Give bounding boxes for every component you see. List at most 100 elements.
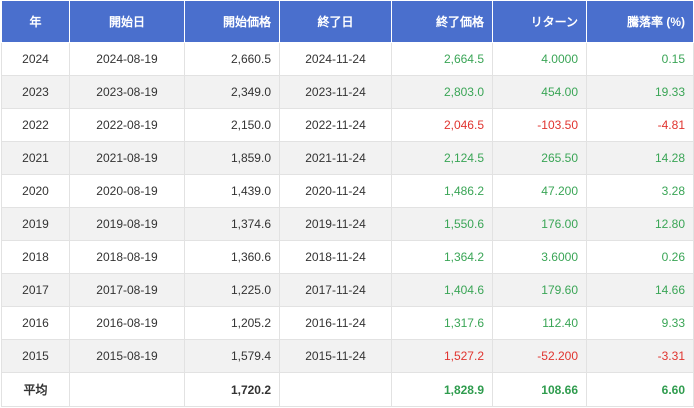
cell-end-price: 1,527.2 [391,339,493,373]
cell-return: -103.50 [492,108,587,142]
cell-end-date: 2015-11-24 [279,339,392,373]
cell-end-price: 2,124.5 [391,141,493,175]
cell-change-pct: 12.80 [586,207,694,241]
cell-return: 3.6000 [492,240,587,274]
table-row: 2023 2023-08-19 2,349.0 2023-11-24 2,803.0 45… [1,75,694,109]
cell-end-date: 2017-11-24 [279,273,392,307]
cell-return: 112.40 [492,306,587,340]
header-start-price[interactable]: 開始価格 [184,0,280,43]
header-return[interactable]: リターン [492,0,587,43]
average-change-pct: 6.60 [586,372,694,407]
cell-change-pct: 0.26 [586,240,694,274]
cell-end-price: 1,404.6 [391,273,493,307]
cell-year: 2020 [1,174,70,208]
cell-end-price: 2,664.5 [391,42,493,76]
average-return: 108.66 [492,372,587,407]
cell-start-date: 2019-08-19 [69,207,185,241]
cell-return: 454.00 [492,75,587,109]
cell-change-pct: 14.66 [586,273,694,307]
cell-start-price: 1,225.0 [184,273,280,307]
cell-end-date: 2020-11-24 [279,174,392,208]
cell-end-price: 1,550.6 [391,207,493,241]
cell-start-price: 1,205.2 [184,306,280,340]
cell-year: 2016 [1,306,70,340]
cell-start-date: 2018-08-19 [69,240,185,274]
cell-start-date: 2021-08-19 [69,141,185,175]
cell-start-date: 2022-08-19 [69,108,185,142]
table-row: 2024 2024-08-19 2,660.5 2024-11-24 2,664.5 4.… [1,42,694,76]
cell-return: 176.00 [492,207,587,241]
cell-change-pct: 19.33 [586,75,694,109]
average-end-price: 1,828.9 [391,372,493,407]
cell-year: 2019 [1,207,70,241]
cell-end-date: 2016-11-24 [279,306,392,340]
cell-start-price: 2,349.0 [184,75,280,109]
table-row: 2021 2021-08-19 1,859.0 2021-11-24 2,124.5 26… [1,141,694,175]
table-row: 2016 2016-08-19 1,205.2 2016-11-24 1,317.6 11… [1,306,694,340]
cell-start-price: 1,439.0 [184,174,280,208]
table-row: 2017 2017-08-19 1,225.0 2017-11-24 1,404.6 17… [1,273,694,307]
cell-change-pct: -4.81 [586,108,694,142]
table-footer: 平均 1,720.2 1,828.9 108.66 6.60 [1,372,694,407]
cell-year: 2022 [1,108,70,142]
cell-year: 2024 [1,42,70,76]
cell-end-date: 2021-11-24 [279,141,392,175]
cell-start-date: 2024-08-19 [69,42,185,76]
cell-year: 2018 [1,240,70,274]
cell-return: 179.60 [492,273,587,307]
cell-return: 4.0000 [492,42,587,76]
header-change-pct[interactable]: 騰落率 (%) [586,0,694,43]
cell-end-price: 2,803.0 [391,75,493,109]
cell-change-pct: 3.28 [586,174,694,208]
cell-end-price: 1,364.2 [391,240,493,274]
cell-end-price: 1,317.6 [391,306,493,340]
cell-start-date: 2023-08-19 [69,75,185,109]
cell-return: 47.200 [492,174,587,208]
cell-year: 2017 [1,273,70,307]
cell-end-date: 2018-11-24 [279,240,392,274]
cell-end-date: 2024-11-24 [279,42,392,76]
cell-start-price: 2,150.0 [184,108,280,142]
cell-start-price: 2,660.5 [184,42,280,76]
average-start-date [69,372,185,407]
table-row: 2019 2019-08-19 1,374.6 2019-11-24 1,550.6 17… [1,207,694,241]
cell-change-pct: 14.28 [586,141,694,175]
cell-start-price: 1,374.6 [184,207,280,241]
table-header: 年 開始日 開始価格 終了日 終了価格 リターン 騰落率 (%) [1,0,694,43]
cell-end-date: 2019-11-24 [279,207,392,241]
header-row: 年 開始日 開始価格 終了日 終了価格 リターン 騰落率 (%) [1,0,694,43]
cell-start-date: 2016-08-19 [69,306,185,340]
cell-start-price: 1,859.0 [184,141,280,175]
average-end-date [279,372,392,407]
cell-year: 2021 [1,141,70,175]
cell-change-pct: -3.31 [586,339,694,373]
cell-return: 265.50 [492,141,587,175]
average-row: 平均 1,720.2 1,828.9 108.66 6.60 [1,372,694,407]
cell-end-date: 2022-11-24 [279,108,392,142]
header-start-date[interactable]: 開始日 [69,0,185,43]
table-body: 2024 2024-08-19 2,660.5 2024-11-24 2,664.5 4.… [1,42,694,373]
cell-start-date: 2020-08-19 [69,174,185,208]
table-row: 2018 2018-08-19 1,360.6 2018-11-24 1,364.2 3.… [1,240,694,274]
cell-start-date: 2015-08-19 [69,339,185,373]
cell-start-date: 2017-08-19 [69,273,185,307]
cell-end-date: 2023-11-24 [279,75,392,109]
table-row: 2020 2020-08-19 1,439.0 2020-11-24 1,486.2 47… [1,174,694,208]
table-row: 2022 2022-08-19 2,150.0 2022-11-24 2,046.5 -1… [1,108,694,142]
average-start-price: 1,720.2 [184,372,280,407]
average-label: 平均 [1,372,70,407]
cell-return: -52.200 [492,339,587,373]
header-end-price[interactable]: 終了価格 [391,0,493,43]
cell-start-price: 1,579.4 [184,339,280,373]
header-year[interactable]: 年 [1,0,70,43]
cell-year: 2015 [1,339,70,373]
header-end-date[interactable]: 終了日 [279,0,392,43]
cell-end-price: 1,486.2 [391,174,493,208]
cell-change-pct: 0.15 [586,42,694,76]
cell-year: 2023 [1,75,70,109]
cell-change-pct: 9.33 [586,306,694,340]
table-row: 2015 2015-08-19 1,579.4 2015-11-24 1,527.2 -5… [1,339,694,373]
cell-start-price: 1,360.6 [184,240,280,274]
returns-table: 年 開始日 開始価格 終了日 終了価格 リターン 騰落率 (%) 2024 202… [1,0,694,407]
cell-end-price: 2,046.5 [391,108,493,142]
